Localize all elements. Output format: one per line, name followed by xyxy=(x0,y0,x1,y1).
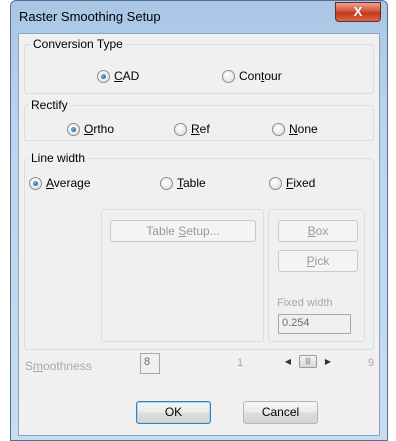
radio-none-circle xyxy=(272,122,285,136)
rectify-group: Rectify Ortho Ref None xyxy=(24,98,374,141)
smoothness-value: 8 xyxy=(140,353,160,374)
radio-ortho-label: Ortho xyxy=(84,122,115,136)
radio-ortho-circle xyxy=(67,122,80,136)
line-width-group: Line width Average Table Fixed Table Set… xyxy=(24,151,374,350)
box-button[interactable]: Box xyxy=(278,220,358,242)
radio-ref[interactable]: Ref xyxy=(174,122,210,136)
pick-button[interactable]: Pick xyxy=(278,250,358,272)
radio-contour[interactable]: Contour xyxy=(222,69,282,83)
radio-cad-label: CAD xyxy=(114,69,140,83)
radio-ref-circle xyxy=(174,122,187,136)
fixed-width-input[interactable]: 0.254 xyxy=(278,314,351,334)
cancel-button[interactable]: Cancel xyxy=(243,401,318,424)
slider-right-arrow-icon[interactable]: ▶ xyxy=(321,357,335,366)
table-setup-panel: Table Setup... xyxy=(101,209,264,342)
smoothness-min: 1 xyxy=(237,357,244,369)
slider-thumb[interactable]: ||| xyxy=(299,355,317,368)
close-button[interactable]: X xyxy=(335,2,381,22)
radio-none[interactable]: None xyxy=(272,122,318,136)
smoothness-label: Smoothness xyxy=(25,359,92,373)
radio-average[interactable]: Average xyxy=(29,176,91,190)
ok-button[interactable]: OK xyxy=(136,401,211,424)
radio-fixed-circle xyxy=(269,176,282,190)
radio-contour-circle xyxy=(222,69,235,83)
smoothness-slider[interactable]: ◀ ||| ▶ xyxy=(281,353,335,370)
slider-left-arrow-icon[interactable]: ◀ xyxy=(281,357,295,366)
radio-fixed-label: Fixed xyxy=(286,176,316,190)
smoothness-max: 9 xyxy=(368,357,375,369)
fixed-width-panel: Box Pick Fixed width 0.254 xyxy=(268,209,365,342)
radio-fixed[interactable]: Fixed xyxy=(269,176,315,190)
radio-none-label: None xyxy=(289,122,318,136)
radio-ortho[interactable]: Ortho xyxy=(67,122,114,136)
conversion-type-label: Conversion Type xyxy=(31,37,125,51)
radio-cad-circle xyxy=(97,69,110,83)
dialog-body: Conversion Type CAD Contour Rectify Orth… xyxy=(18,33,380,436)
radio-ref-label: Ref xyxy=(191,122,210,136)
title-bar[interactable]: Raster Smoothing Setup X xyxy=(11,1,387,33)
radio-average-circle xyxy=(29,176,42,190)
fixed-width-label: Fixed width xyxy=(277,297,333,309)
dialog-window: Raster Smoothing Setup X Conversion Type… xyxy=(10,0,388,441)
table-setup-button[interactable]: Table Setup... xyxy=(110,220,256,242)
radio-contour-label: Contour xyxy=(239,69,282,83)
rectify-label: Rectify xyxy=(29,98,70,112)
window-title: Raster Smoothing Setup xyxy=(19,9,161,24)
radio-table-label: Table xyxy=(177,176,206,190)
radio-cad[interactable]: CAD xyxy=(97,69,139,83)
line-width-label: Line width xyxy=(29,151,88,165)
conversion-type-group: Conversion Type CAD Contour xyxy=(24,37,374,94)
radio-table[interactable]: Table xyxy=(160,176,206,190)
radio-average-label: Average xyxy=(46,176,91,190)
radio-table-circle xyxy=(160,176,173,190)
